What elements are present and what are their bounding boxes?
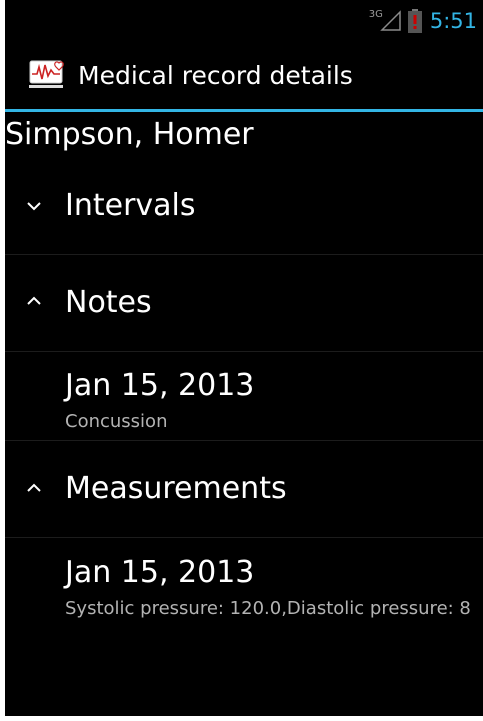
action-bar: Medical record details (5, 40, 483, 109)
group-label: Notes (65, 285, 152, 320)
battery-alert-icon (407, 9, 422, 33)
app-screen: 3G 5:51 Medical record details Simpson, … (5, 0, 483, 716)
note-item[interactable]: Jan 15, 2013 Concussion (5, 351, 483, 441)
network-type-label: 3G (368, 8, 383, 20)
group-intervals[interactable]: Intervals (5, 158, 483, 255)
status-time: 5:51 (429, 9, 477, 33)
patient-name: Simpson, Homer (5, 117, 254, 152)
status-bar: 3G 5:51 (5, 0, 483, 40)
chevron-up-icon (27, 483, 41, 492)
group-label: Measurements (65, 471, 287, 506)
chevron-up-icon (27, 296, 41, 305)
note-text: Concussion (65, 411, 168, 432)
signal-strength-icon (380, 10, 401, 31)
group-notes[interactable]: Notes (5, 255, 483, 352)
app-heart-monitor-icon[interactable] (29, 58, 65, 94)
measurement-date: Jan 15, 2013 (65, 555, 255, 590)
status-icons: 3G 5:51 (369, 6, 477, 36)
action-bar-title: Medical record details (78, 61, 353, 90)
group-label: Intervals (65, 188, 196, 223)
measurement-item[interactable]: Jan 15, 2013 Systolic pressure: 120.0,Di… (5, 538, 483, 627)
group-measurements[interactable]: Measurements (5, 441, 483, 538)
note-date: Jan 15, 2013 (65, 368, 255, 403)
measurement-values: Systolic pressure: 120.0,Diastolic press… (65, 598, 471, 619)
chevron-down-icon (27, 202, 41, 211)
action-bar-divider (5, 109, 483, 112)
